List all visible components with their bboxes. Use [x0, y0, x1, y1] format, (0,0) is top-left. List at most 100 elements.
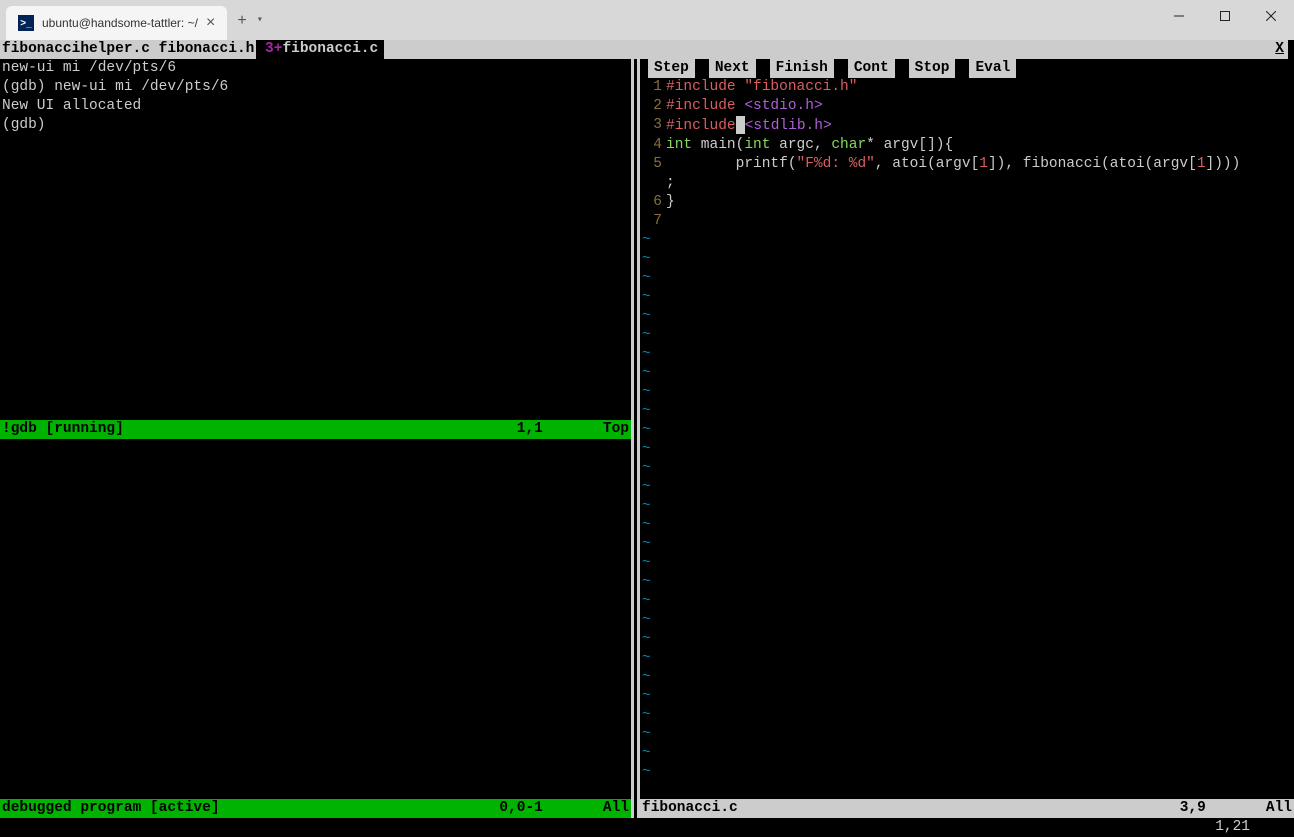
debug-eval-button[interactable]: Eval: [969, 59, 1016, 78]
empty-line: ~: [642, 668, 1294, 687]
tilde-icon: ~: [642, 345, 651, 364]
empty-line: ~: [642, 269, 1294, 288]
source-code-pane[interactable]: 1#include "fibonacci.h"2#include <stdio.…: [640, 78, 1294, 799]
vim-modified-marker: 3+: [256, 40, 282, 59]
tilde-icon: ~: [642, 554, 651, 573]
debug-stop-button[interactable]: Stop: [909, 59, 956, 78]
line-number: 2: [642, 97, 666, 116]
tab-close-icon[interactable]: ×: [206, 14, 215, 32]
terminal-body: fibonaccihelper.c fibonacci.h 3+ fibonac…: [0, 40, 1294, 837]
tab-dropdown-icon[interactable]: ▾: [257, 14, 263, 26]
tilde-icon: ~: [642, 611, 651, 630]
empty-line: ~: [642, 725, 1294, 744]
window-controls: [1156, 0, 1294, 32]
gdb-line: New UI allocated: [2, 97, 629, 116]
source-line: 3#include<stdlib.h>: [642, 116, 1294, 136]
empty-line: ~: [642, 402, 1294, 421]
debugged-program-pane[interactable]: [0, 439, 631, 799]
empty-line: ~: [642, 516, 1294, 535]
line-number: 1: [642, 78, 666, 97]
tilde-icon: ~: [642, 440, 651, 459]
debug-finish-button[interactable]: Finish: [770, 59, 834, 78]
tilde-icon: ~: [642, 326, 651, 345]
empty-line: ~: [642, 687, 1294, 706]
tilde-icon: ~: [642, 402, 651, 421]
debug-next-button[interactable]: Next: [709, 59, 756, 78]
debug-step-button[interactable]: Step: [648, 59, 695, 78]
debug-cont-button[interactable]: Cont: [848, 59, 895, 78]
empty-line: ~: [642, 554, 1294, 573]
empty-line: ~: [642, 326, 1294, 345]
line-number: 4: [642, 136, 666, 155]
vim-tab-current[interactable]: fibonacci.c: [282, 40, 378, 59]
gdb-output-pane[interactable]: new-ui mi /dev/pts/6(gdb) new-ui mi /dev…: [0, 59, 631, 420]
maximize-button[interactable]: [1202, 0, 1248, 32]
empty-line: ~: [642, 706, 1294, 725]
vim-tabline-fill: [384, 40, 1271, 59]
statusline-pct: Top: [603, 420, 629, 439]
vim-command-line[interactable]: 1,21: [0, 818, 1294, 837]
vim-tabline-close[interactable]: X: [1271, 40, 1288, 59]
tilde-icon: ~: [642, 231, 651, 250]
tilde-icon: ~: [642, 630, 651, 649]
tilde-icon: ~: [642, 288, 651, 307]
gdb-statusline: !gdb [running] 1,1 Top: [0, 420, 631, 439]
source-line: 7: [642, 212, 1294, 231]
empty-line: ~: [642, 250, 1294, 269]
source-line: 6}: [642, 193, 1294, 212]
terminal-tab[interactable]: >_ ubuntu@handsome-tattler: ~/ ×: [6, 6, 227, 40]
tilde-icon: ~: [642, 687, 651, 706]
vertical-split-bar[interactable]: [631, 59, 640, 818]
tilde-icon: ~: [642, 744, 651, 763]
statusline-pos: 0,0-1: [499, 799, 543, 818]
cursor: [736, 116, 745, 134]
tilde-icon: ~: [642, 421, 651, 440]
source-line: ;: [642, 174, 1294, 193]
debug-toolbar: Step Next Finish Cont Stop Eval: [640, 59, 1294, 78]
empty-line: ~: [642, 383, 1294, 402]
source-statusline: fibonacci.c 3,9 All: [640, 799, 1294, 818]
empty-line: ~: [642, 611, 1294, 630]
close-button[interactable]: [1248, 0, 1294, 32]
empty-line: ~: [642, 307, 1294, 326]
line-number: 7: [642, 212, 666, 231]
window-titlebar: >_ ubuntu@handsome-tattler: ~/ × + ▾: [0, 0, 1294, 40]
empty-line: ~: [642, 421, 1294, 440]
empty-line: ~: [642, 459, 1294, 478]
minimize-button[interactable]: [1156, 0, 1202, 32]
empty-line: ~: [642, 630, 1294, 649]
tilde-icon: ~: [642, 383, 651, 402]
tilde-icon: ~: [642, 763, 651, 782]
line-number: 5: [642, 155, 666, 174]
empty-line: ~: [642, 744, 1294, 763]
empty-line: ~: [642, 288, 1294, 307]
tilde-icon: ~: [642, 573, 651, 592]
statusline-pct: All: [1266, 799, 1292, 818]
statusline-name: debugged program [active]: [2, 799, 220, 818]
source-line: 4int main(int argc, char* argv[]){: [642, 136, 1294, 155]
new-tab-button[interactable]: +: [237, 12, 247, 30]
gdb-line: (gdb): [2, 116, 629, 135]
vim-tab-inactive[interactable]: fibonaccihelper.c fibonacci.h: [0, 40, 256, 59]
cmdline-pos: 1,21: [1215, 818, 1250, 837]
tilde-icon: ~: [642, 307, 651, 326]
empty-line: ~: [642, 440, 1294, 459]
tilde-icon: ~: [642, 668, 651, 687]
tilde-icon: ~: [642, 364, 651, 383]
empty-line: ~: [642, 535, 1294, 554]
empty-line: ~: [642, 364, 1294, 383]
statusline-name: fibonacci.c: [642, 799, 738, 818]
vim-tabline: fibonaccihelper.c fibonacci.h 3+ fibonac…: [0, 40, 1294, 59]
empty-line: ~: [642, 649, 1294, 668]
gdb-line: (gdb) new-ui mi /dev/pts/6: [2, 78, 629, 97]
empty-line: ~: [642, 231, 1294, 250]
tilde-icon: ~: [642, 535, 651, 554]
empty-line: ~: [642, 592, 1294, 611]
tilde-icon: ~: [642, 649, 651, 668]
source-line: 1#include "fibonacci.h": [642, 78, 1294, 97]
empty-line: ~: [642, 497, 1294, 516]
source-line: 5 printf("F%d: %d", atoi(argv[1]), fibon…: [642, 155, 1294, 174]
line-number: [642, 174, 666, 193]
empty-line: ~: [642, 345, 1294, 364]
tab-title: ubuntu@handsome-tattler: ~/: [42, 16, 198, 30]
